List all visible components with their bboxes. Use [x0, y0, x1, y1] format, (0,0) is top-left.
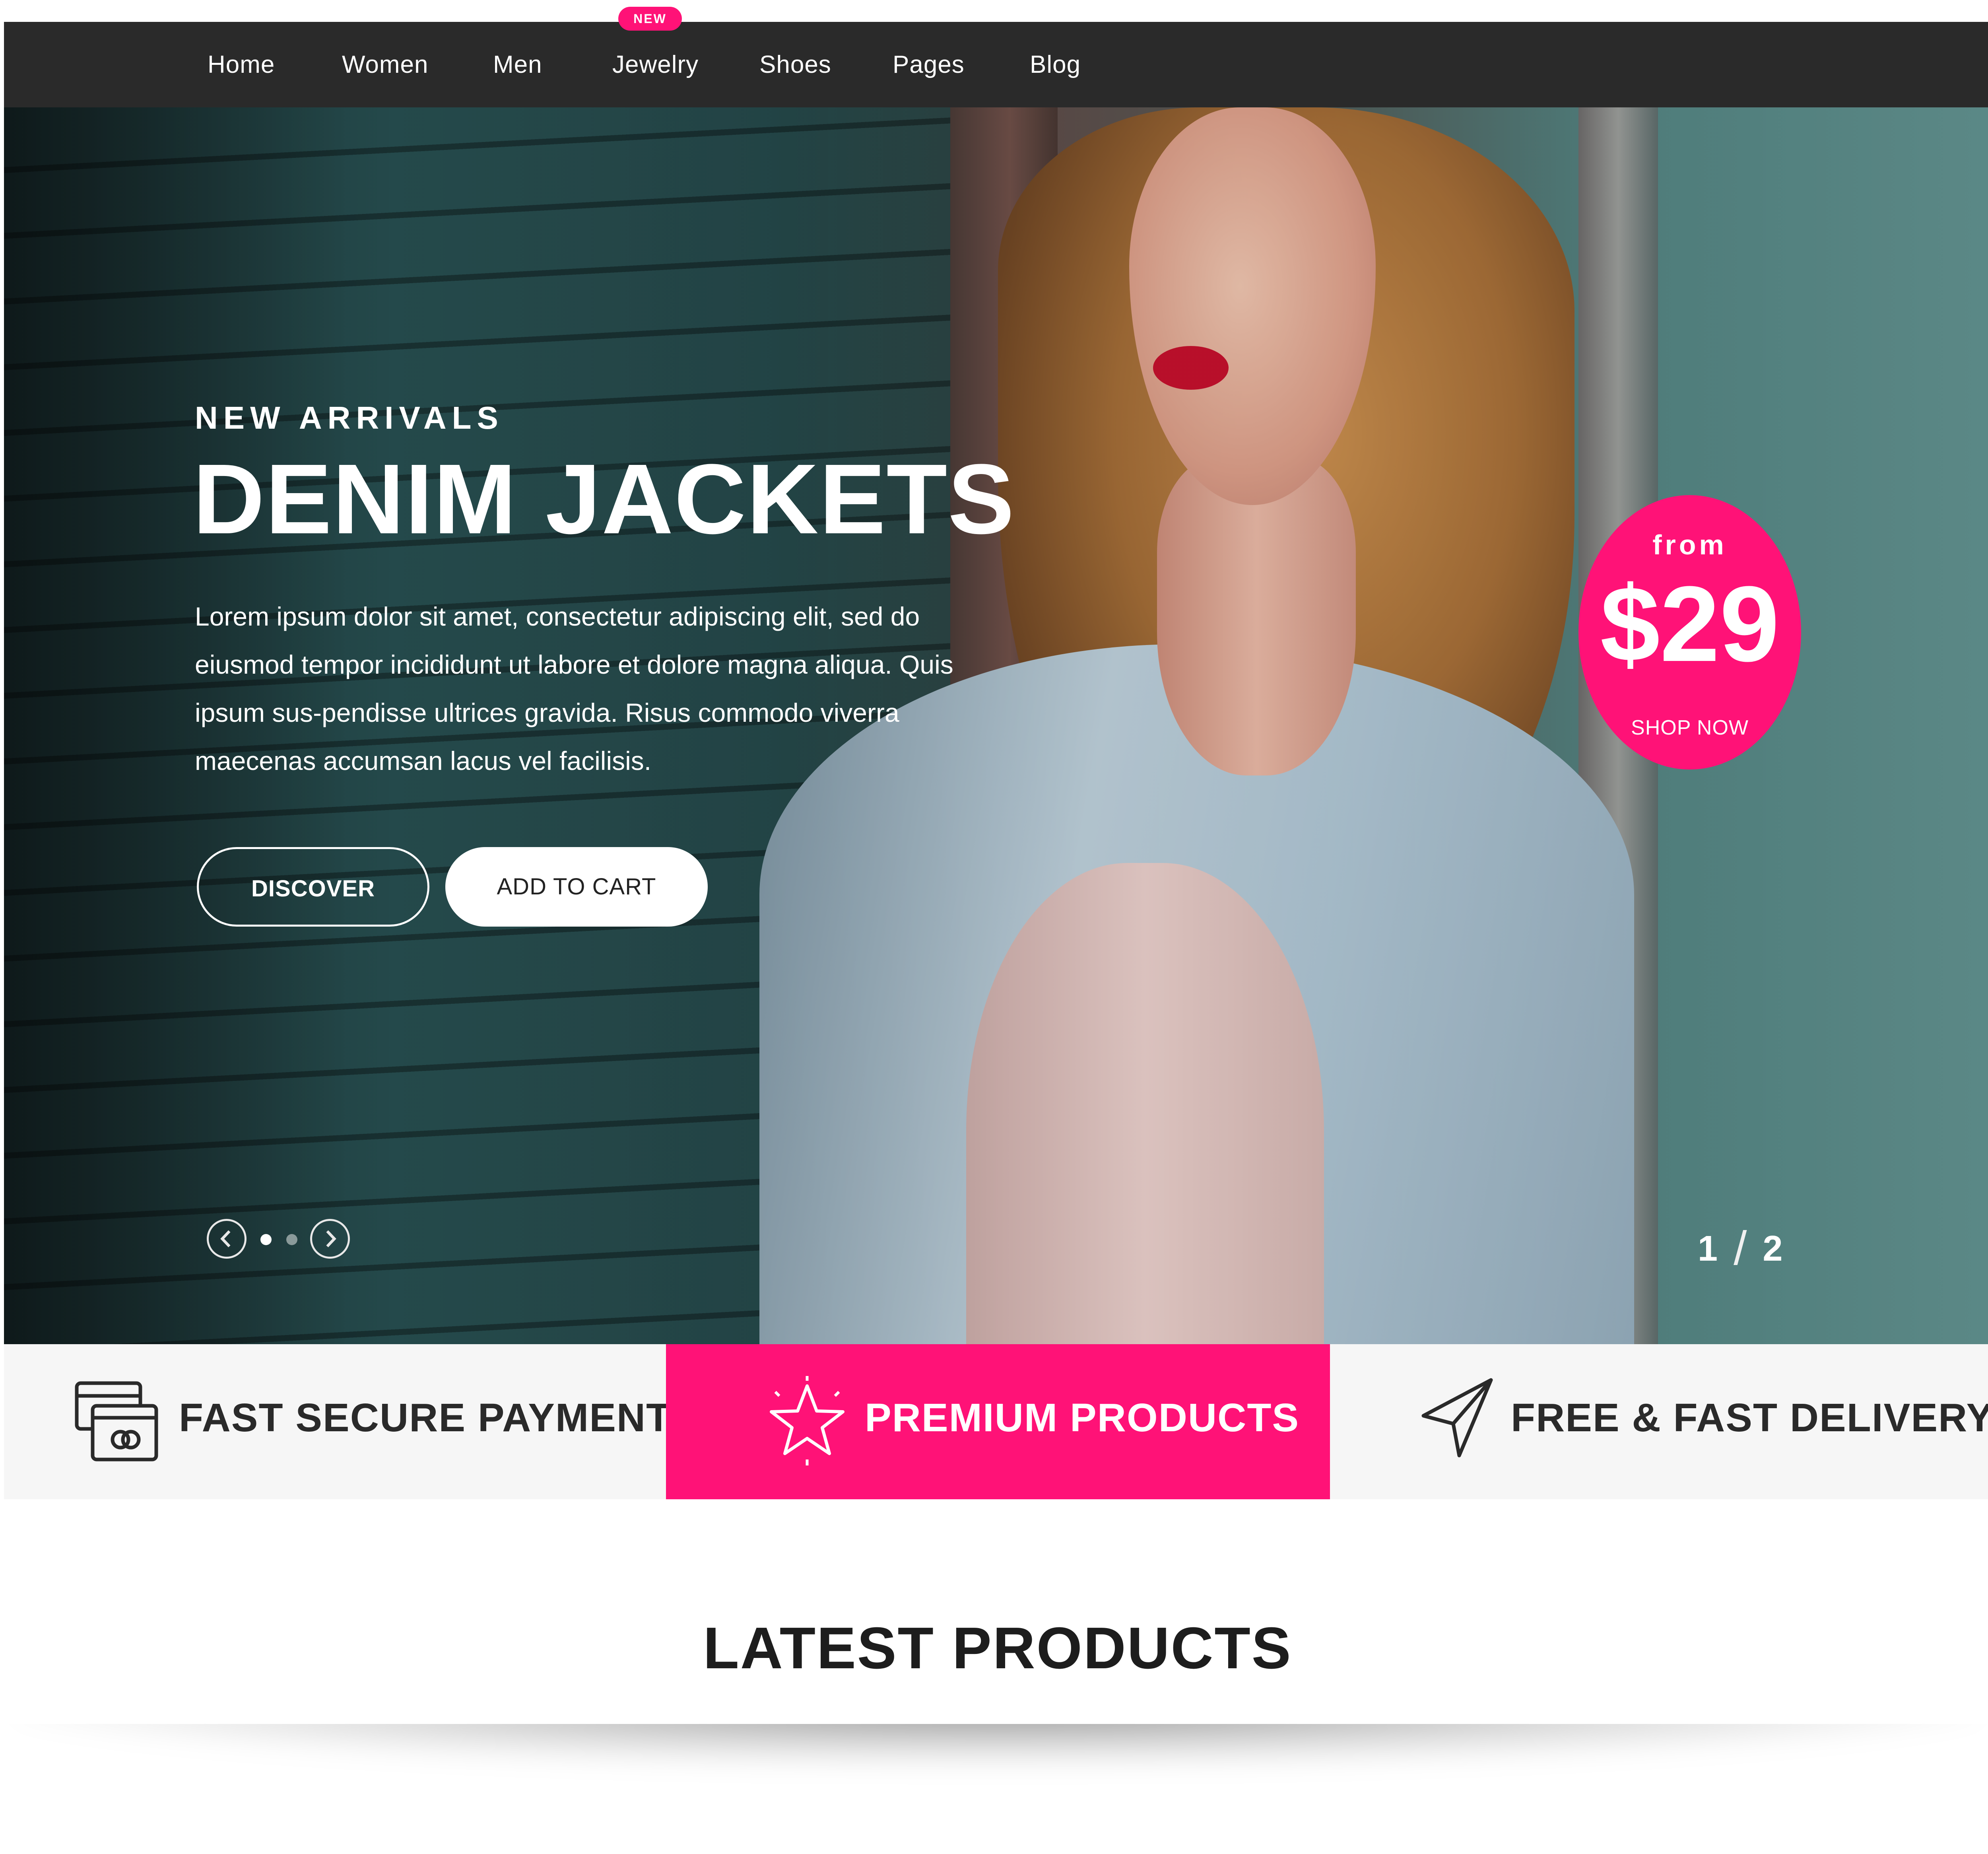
feature-label: FAST SECURE PAYMENTS	[179, 1395, 699, 1440]
nav-item-home[interactable]: Home	[208, 22, 275, 107]
nav-item-pages[interactable]: Pages	[893, 22, 965, 107]
feature-label: FREE & FAST DELIVERY	[1511, 1395, 1988, 1440]
chevron-right-icon[interactable]	[310, 1219, 350, 1259]
slide-current: 1	[1698, 1229, 1718, 1269]
latest-products-title: LATEST PRODUCTS	[703, 1615, 1292, 1681]
nav-item-men[interactable]: Men	[493, 22, 542, 107]
nav-item-jewelry[interactable]: Jewelry	[612, 22, 699, 107]
nav-item-blog[interactable]: Blog	[1030, 22, 1081, 107]
pager-slash: /	[1734, 1222, 1747, 1275]
price-value: $29	[1600, 564, 1780, 684]
paper-plane-icon	[1421, 1378, 1493, 1458]
hero-slider: NEW ARRIVALS DENIM JACKETS Lorem ipsum d…	[4, 107, 1988, 1344]
hero-title: DENIM JACKETS	[193, 443, 1015, 554]
nav-item-women[interactable]: Women	[342, 22, 429, 107]
feature-premium-products: PREMIUM PRODUCTS	[666, 1344, 1330, 1499]
feature-label: PREMIUM PRODUCTS	[865, 1395, 1300, 1440]
hero-eyebrow: NEW ARRIVALS	[195, 400, 504, 435]
slider-dot-active[interactable]	[260, 1234, 272, 1245]
price-badge[interactable]: from $29 SHOP NOW	[1578, 495, 1801, 770]
slider-dot[interactable]	[286, 1234, 297, 1245]
slide-total: 2	[1763, 1229, 1783, 1269]
chevron-left-icon[interactable]	[207, 1219, 247, 1259]
price-from-label: from	[1652, 529, 1727, 560]
star-icon	[770, 1376, 845, 1465]
shop-now-link[interactable]: SHOP NOW	[1578, 716, 1801, 740]
discover-button[interactable]: DISCOVER	[197, 847, 429, 927]
credit-card-icon	[75, 1381, 158, 1461]
features-strip: FAST SECURE PAYMENTS PREMIUM PRODUCTS FR…	[4, 1344, 1988, 1499]
slide-pager: 1 / 2	[1698, 1217, 1783, 1275]
store-page: Home Women Men NEW Jewelry Shoes Pages B…	[4, 0, 1988, 1724]
feature-secure-payments: FAST SECURE PAYMENTS	[4, 1344, 698, 1499]
main-nav: Home Women Men NEW Jewelry Shoes Pages B…	[4, 7, 1988, 107]
feature-free-delivery: FREE & FAST DELIVERY	[1330, 1344, 1988, 1499]
add-to-cart-button[interactable]: ADD TO CART	[445, 847, 708, 927]
hero-description: Lorem ipsum dolor sit amet, consectetur …	[195, 602, 953, 775]
nav-item-shoes[interactable]: Shoes	[759, 22, 831, 107]
